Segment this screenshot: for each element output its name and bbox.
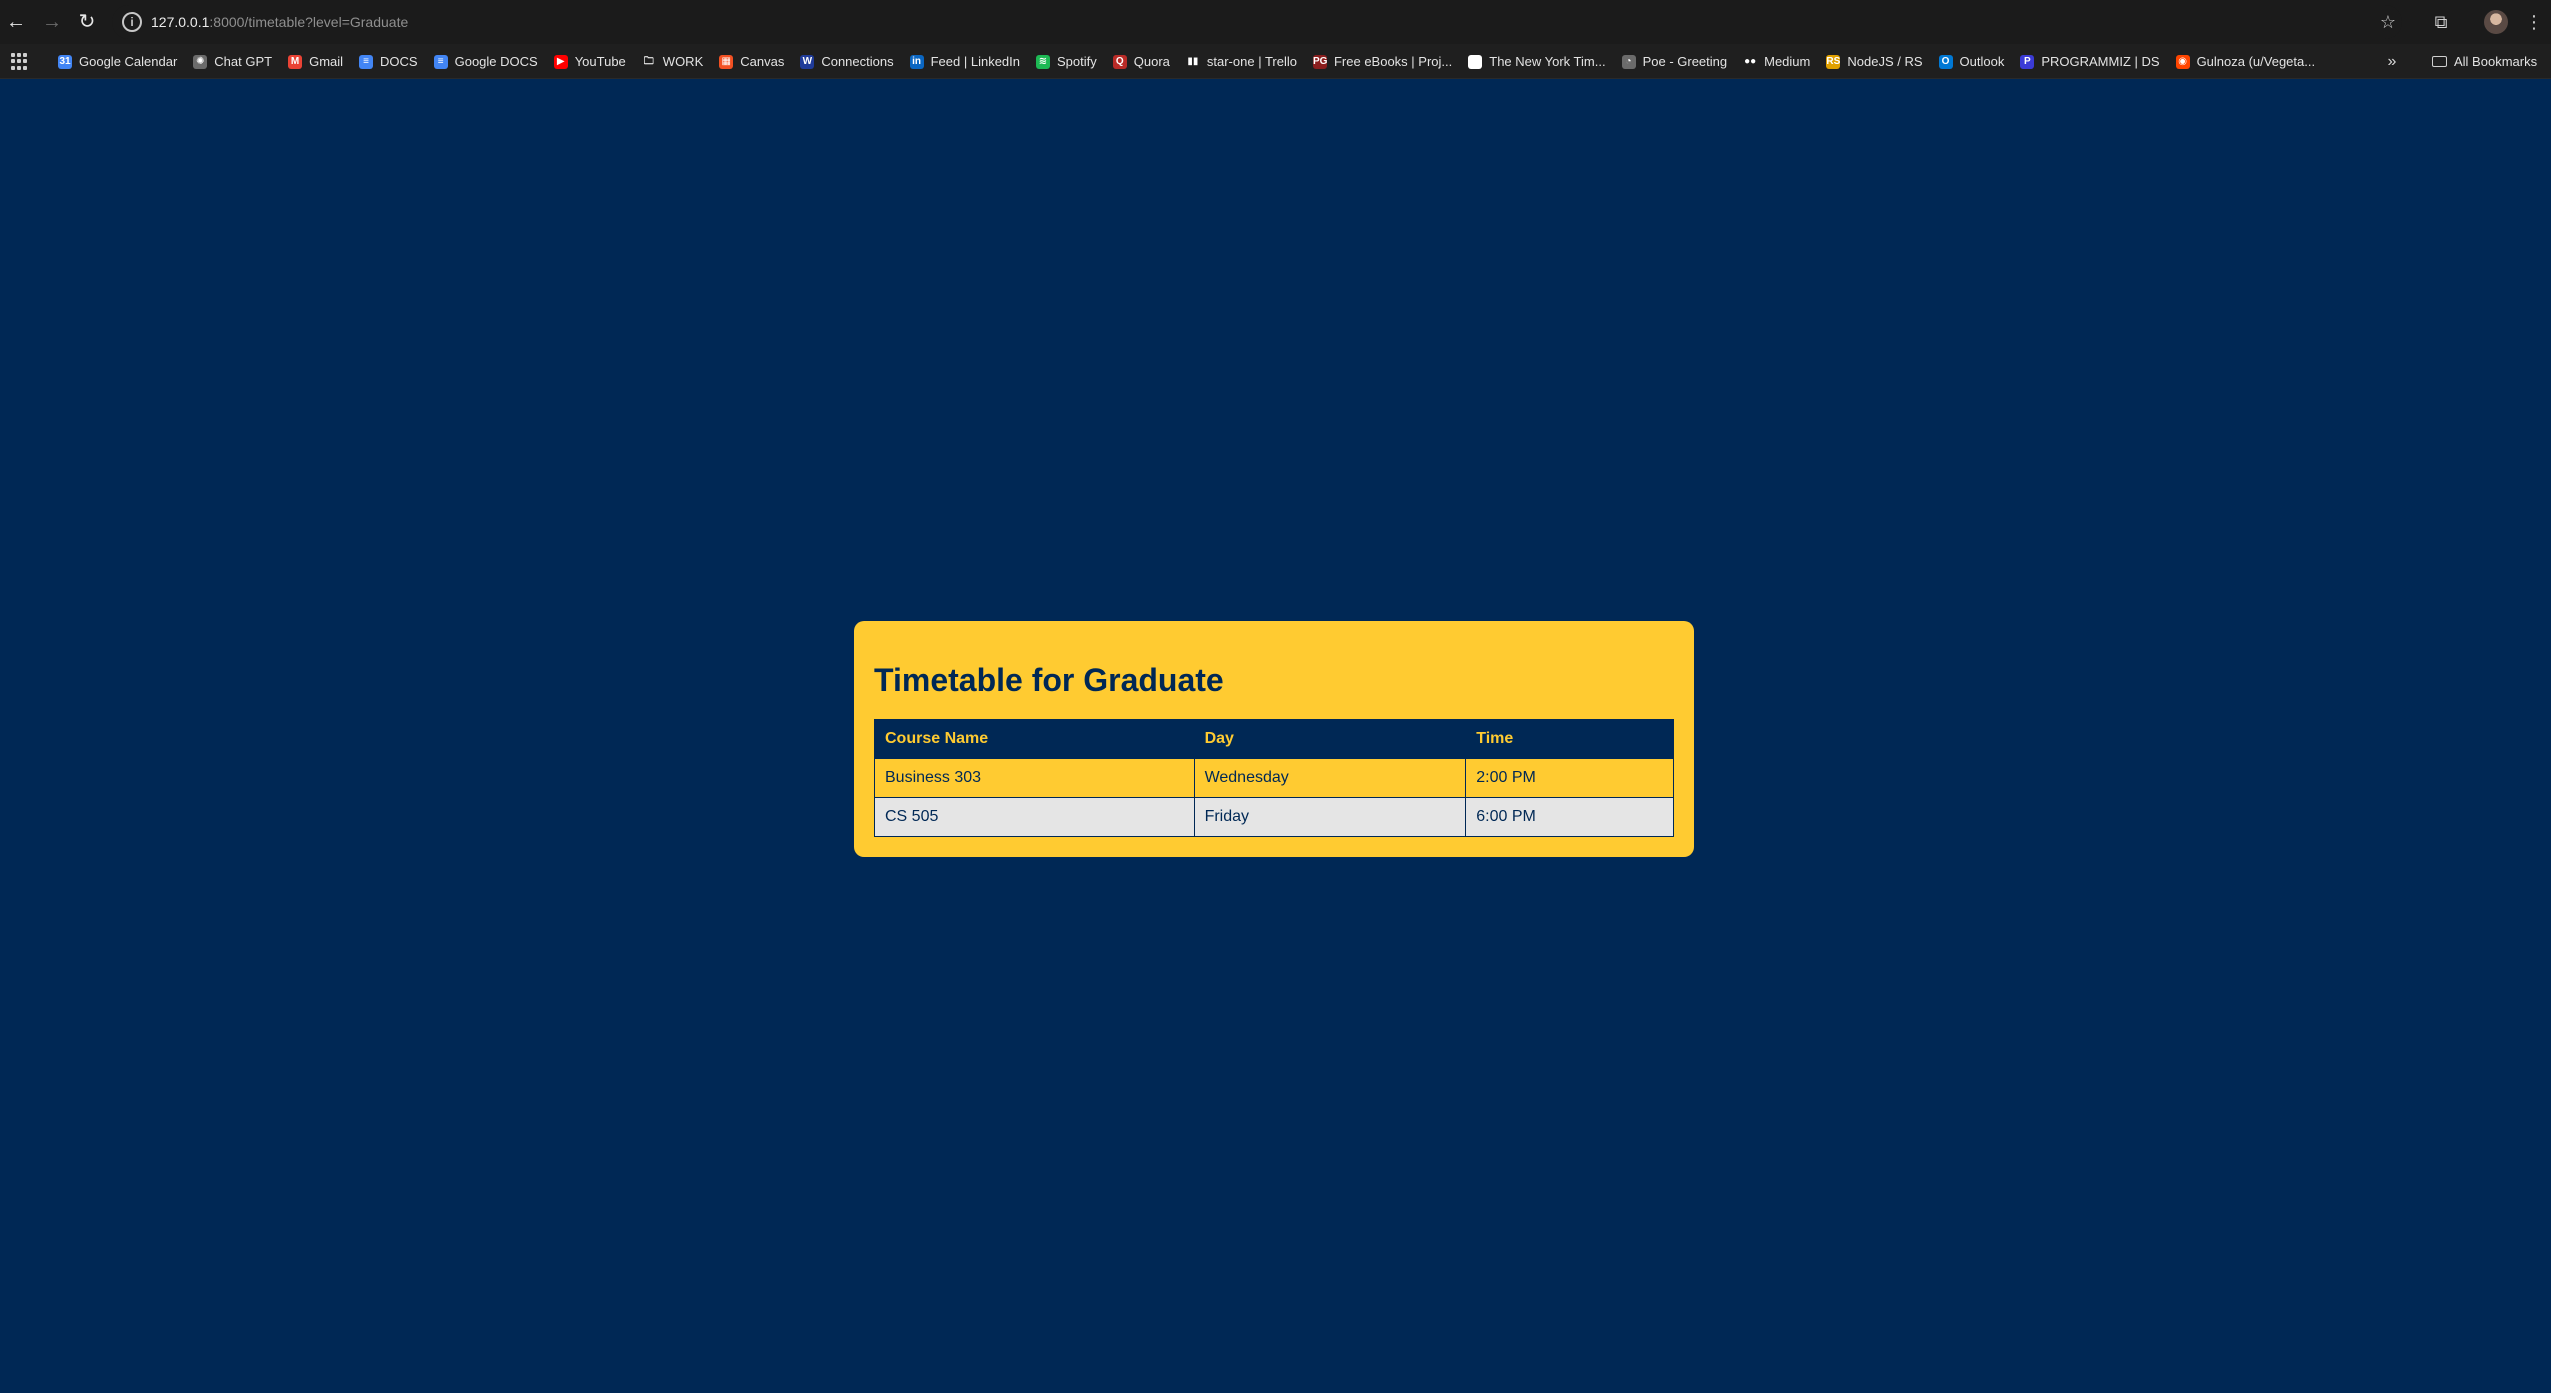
bookmark-label: Google Calendar bbox=[79, 54, 178, 69]
table-row: Business 303 Wednesday 2:00 PM bbox=[874, 758, 1674, 798]
bookmark-favicon-icon: ▶ bbox=[553, 54, 568, 69]
bookmark-label: NodeJS / RS bbox=[1847, 54, 1923, 69]
bookmark-item[interactable]: 31 Google Calendar bbox=[50, 44, 185, 79]
bookmark-label: Quora bbox=[1133, 54, 1170, 69]
bookmarks-bar: 31 Google Calendar ✺ Chat GPT M Gmail ≡ DOCS ≡ Go… bbox=[0, 44, 2551, 79]
bookmark-favicon-icon: ≡ bbox=[359, 54, 374, 69]
profile-avatar[interactable] bbox=[2484, 10, 2508, 34]
bookmark-label: Medium bbox=[1764, 54, 1811, 69]
address-bar[interactable]: i 127.0.0.1:8000/timetable?level=Graduat… bbox=[112, 5, 2402, 39]
bookmark-label: Outlook bbox=[1959, 54, 2005, 69]
bookmark-label: Chat GPT bbox=[214, 54, 273, 69]
all-bookmarks-button[interactable]: All Bookmarks bbox=[2432, 44, 2537, 79]
timetable-card: Timetable for Graduate Course Name Day T… bbox=[854, 621, 1694, 857]
bookmark-favicon-icon: W bbox=[800, 54, 815, 69]
folder-icon bbox=[2432, 56, 2447, 67]
bookmark-item[interactable]: in Feed | LinkedIn bbox=[902, 44, 1028, 79]
bookmark-favicon-icon: ▦ bbox=[719, 54, 734, 69]
forward-arrow-icon[interactable]: → bbox=[40, 10, 64, 34]
url-text[interactable]: 127.0.0.1:8000/timetable?level=Graduate bbox=[151, 13, 408, 31]
url-path: :8000/timetable?level=Graduate bbox=[209, 14, 409, 30]
bookmark-item[interactable]: ▮▮ star-one | Trello bbox=[1178, 44, 1305, 79]
course-name-cell: Business 303 bbox=[874, 758, 1195, 798]
bookmark-favicon-icon: ▮▮ bbox=[1185, 54, 1200, 69]
bookmark-item[interactable]: RS NodeJS / RS bbox=[1818, 44, 1930, 79]
bookmark-item[interactable]: Q Quora bbox=[1105, 44, 1178, 79]
page-title: Timetable for Graduate bbox=[874, 662, 1224, 698]
bookmark-item[interactable]: ≡ DOCS bbox=[351, 44, 426, 79]
apps-grid-icon[interactable] bbox=[11, 53, 28, 70]
bookmark-item[interactable]: ◉ Gulnoza (u/Vegeta... bbox=[2168, 44, 2324, 79]
bookmark-item[interactable]: PG Free eBooks | Proj... bbox=[1305, 44, 1460, 79]
bookmark-favicon-icon: Q bbox=[1112, 54, 1127, 69]
bookmark-item[interactable]: ≡ Google DOCS bbox=[426, 44, 546, 79]
bookmark-label: Connections bbox=[821, 54, 894, 69]
table-header-row: Course Name Day Time bbox=[874, 719, 1674, 759]
bookmark-item[interactable]: T The New York Tim... bbox=[1460, 44, 1613, 79]
back-arrow-icon[interactable]: ← bbox=[4, 10, 28, 34]
bookmark-list: 31 Google Calendar ✺ Chat GPT M Gmail ≡ DOCS ≡ Go… bbox=[50, 44, 2323, 79]
more-bookmarks-chevron-icon[interactable]: » bbox=[2382, 52, 2402, 72]
bookmark-item[interactable]: ≋ Spotify bbox=[1028, 44, 1105, 79]
bookmark-label: star-one | Trello bbox=[1206, 54, 1297, 69]
bookmark-favicon-icon: 31 bbox=[58, 54, 72, 69]
bookmark-favicon-icon: P bbox=[2020, 54, 2035, 69]
bookmark-label: Gmail bbox=[309, 54, 344, 69]
timetable-table: Course Name Day Time Business 303 Wednes… bbox=[874, 719, 1674, 837]
bookmark-label: Spotify bbox=[1057, 54, 1097, 69]
bookmark-item[interactable]: W Connections bbox=[792, 44, 901, 79]
bookmark-item[interactable]: ◔ Poe - Greeting bbox=[1614, 44, 1736, 79]
extensions-icon[interactable]: ⧉ bbox=[2429, 10, 2453, 34]
bookmark-label: Canvas bbox=[740, 54, 785, 69]
bookmark-label: Google DOCS bbox=[454, 54, 538, 69]
bookmark-label: PROGRAMMIZ | DS bbox=[2041, 54, 2160, 69]
site-info-icon[interactable]: i bbox=[122, 12, 142, 32]
bookmark-favicon-icon: ✺ bbox=[193, 54, 208, 69]
bookmark-item[interactable]: ▦ Canvas bbox=[711, 44, 792, 79]
column-header-course-name: Course Name bbox=[874, 719, 1195, 759]
bookmark-favicon-icon: ≋ bbox=[1036, 54, 1050, 69]
bookmark-label: DOCS bbox=[380, 54, 418, 69]
bookmark-favicon-icon: O bbox=[1938, 54, 1953, 69]
bookmark-favicon-icon: 🗀 bbox=[641, 54, 656, 69]
column-header-time: Time bbox=[1465, 719, 1674, 759]
bookmark-favicon-icon: M bbox=[288, 54, 303, 69]
bookmark-favicon-icon: PG bbox=[1312, 54, 1328, 69]
bookmark-item[interactable]: M Gmail bbox=[280, 44, 351, 79]
bookmark-favicon-icon: in bbox=[909, 54, 924, 69]
bookmark-label: Feed | LinkedIn bbox=[930, 54, 1020, 69]
bookmark-favicon-icon: T bbox=[1468, 54, 1483, 69]
time-cell: 6:00 PM bbox=[1465, 797, 1674, 837]
bookmark-star-icon[interactable]: ☆ bbox=[2376, 10, 2400, 34]
bookmark-label: YouTube bbox=[574, 54, 626, 69]
bookmark-item[interactable]: ▶ YouTube bbox=[546, 44, 634, 79]
bookmark-favicon-icon: RS bbox=[1826, 54, 1841, 69]
bookmark-item[interactable]: O Outlook bbox=[1931, 44, 2013, 79]
bookmark-favicon-icon: ≡ bbox=[433, 54, 448, 69]
bookmark-item[interactable]: 🗀 WORK bbox=[634, 44, 711, 79]
time-cell: 2:00 PM bbox=[1465, 758, 1674, 798]
bookmark-label: Free eBooks | Proj... bbox=[1333, 54, 1453, 69]
menu-kebab-icon[interactable]: ⋮ bbox=[2522, 10, 2546, 34]
table-row: CS 505 Friday 6:00 PM bbox=[874, 797, 1674, 837]
browser-chrome: ← → ↻ i 127.0.0.1:8000/timetable?level=G… bbox=[0, 0, 2551, 79]
browser-toolbar: ← → ↻ i 127.0.0.1:8000/timetable?level=G… bbox=[0, 0, 2551, 44]
bookmark-item[interactable]: P PROGRAMMIZ | DS bbox=[2012, 44, 2167, 79]
all-bookmarks-label: All Bookmarks bbox=[2454, 54, 2538, 69]
bookmark-item[interactable]: ●● Medium bbox=[1735, 44, 1818, 79]
bookmark-favicon-icon: ●● bbox=[1743, 54, 1758, 69]
bookmark-item[interactable]: ✺ Chat GPT bbox=[185, 44, 280, 79]
bookmark-label: Gulnoza (u/Vegeta... bbox=[2196, 54, 2316, 69]
bookmark-favicon-icon: ◔ bbox=[1621, 54, 1636, 69]
course-name-cell: CS 505 bbox=[874, 797, 1195, 837]
column-header-day: Day bbox=[1193, 719, 1467, 759]
bookmark-favicon-icon: ◉ bbox=[2175, 54, 2190, 69]
url-host: 127.0.0.1 bbox=[151, 14, 210, 30]
day-cell: Friday bbox=[1193, 797, 1467, 837]
bookmark-label: WORK bbox=[662, 54, 704, 69]
reload-icon[interactable]: ↻ bbox=[75, 10, 99, 34]
day-cell: Wednesday bbox=[1193, 758, 1467, 798]
bookmark-label: The New York Tim... bbox=[1489, 54, 1606, 69]
bookmark-label: Poe - Greeting bbox=[1642, 54, 1728, 69]
